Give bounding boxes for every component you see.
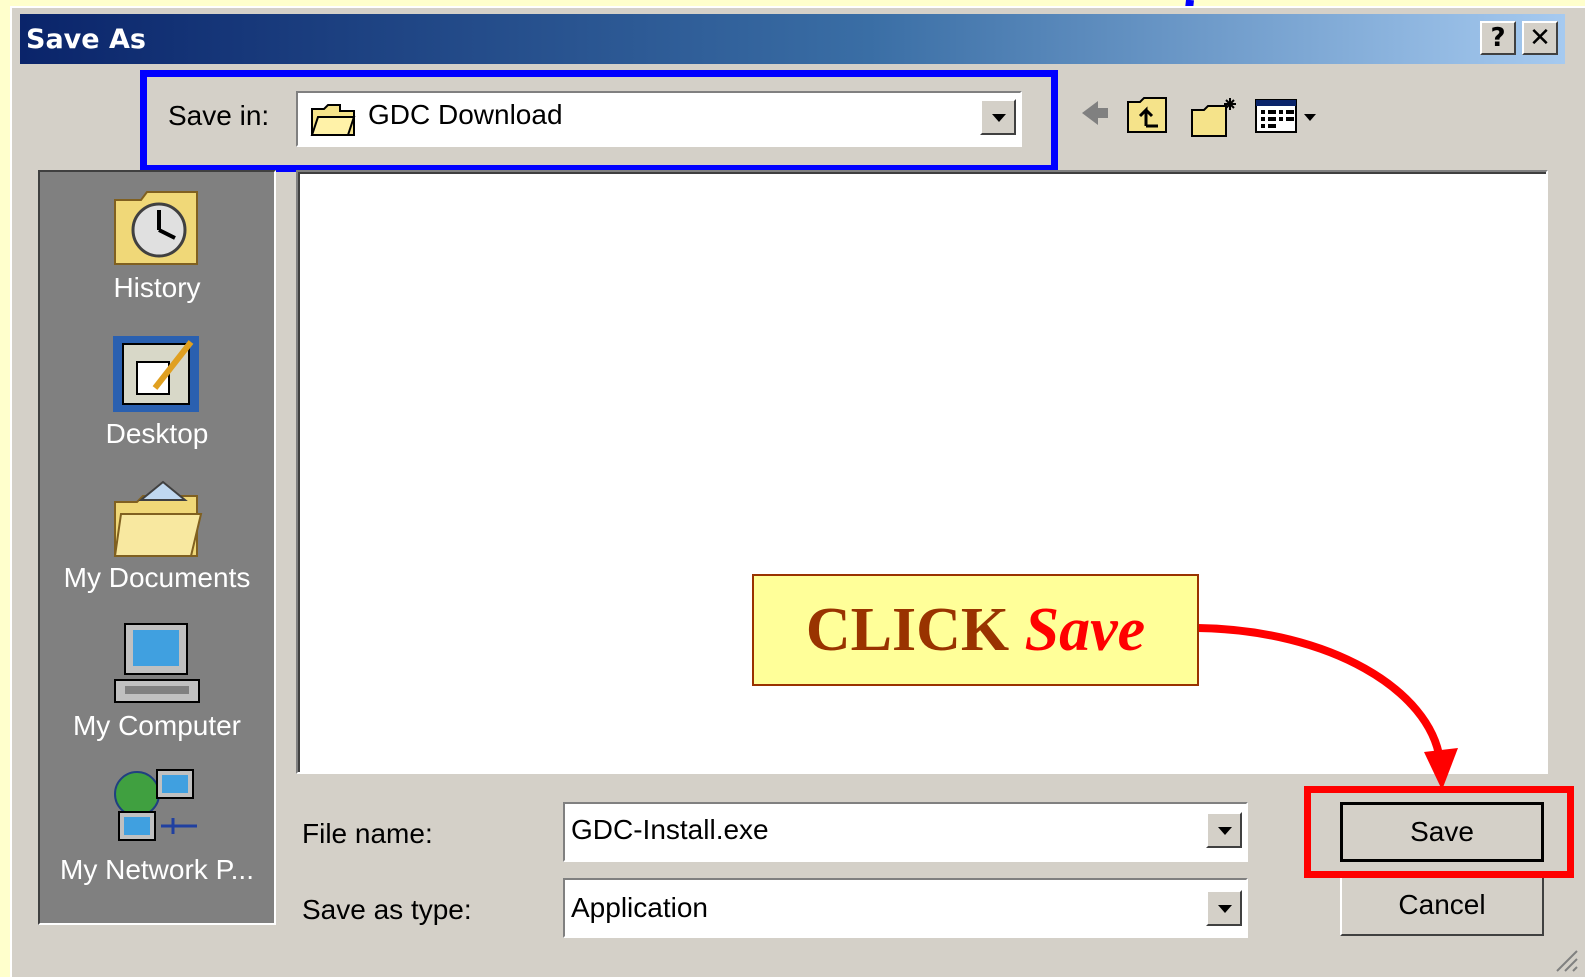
click-save-callout: CLICK Save xyxy=(752,574,1199,686)
red-arrow-annotation xyxy=(1197,624,1458,790)
resize-grip-icon[interactable] xyxy=(1553,947,1579,973)
callout-emphasis: Save xyxy=(1024,596,1146,664)
callout-prefix: CLICK xyxy=(805,596,1010,664)
